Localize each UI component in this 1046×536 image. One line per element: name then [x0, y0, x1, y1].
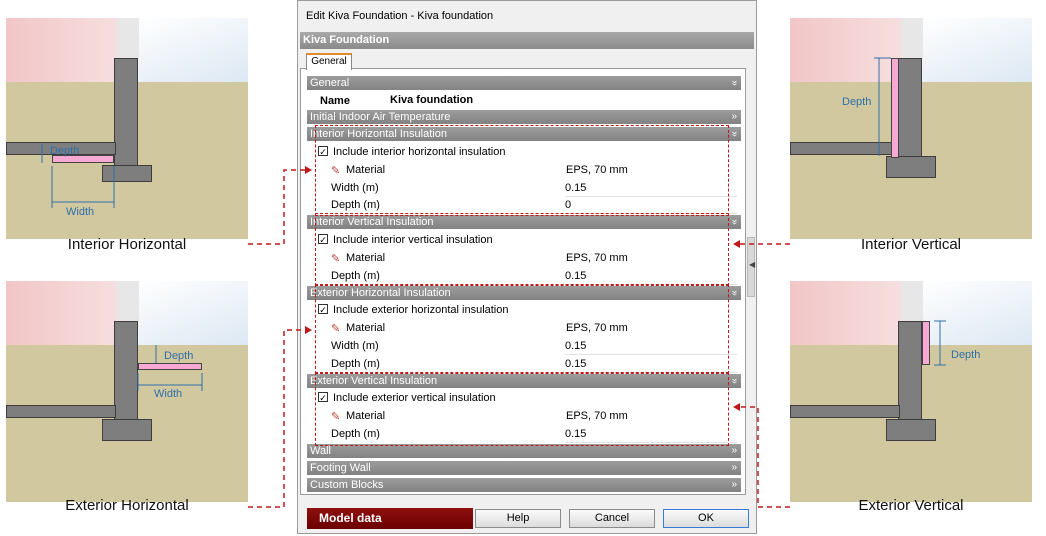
ok-button[interactable]: OK [663, 509, 749, 528]
int-vert-material-value[interactable]: EPS, 70 mm [566, 252, 628, 264]
int-horiz-include-checkbox[interactable]: ✓ [318, 146, 328, 157]
chevron-icon: » [729, 219, 741, 225]
checkbox-label: Include exterior horizontal insulation [333, 304, 509, 316]
ext-vert-depth-row: Depth (m) 0.15 [309, 426, 739, 443]
int-vert-depth-row: Depth (m) 0.15 [309, 268, 739, 285]
section-general[interactable]: General » [307, 76, 741, 90]
chevron-icon: » [731, 479, 737, 490]
int-horiz-depth-input[interactable]: 0 [565, 198, 737, 214]
ext-horiz-material-value[interactable]: EPS, 70 mm [566, 322, 628, 334]
ext-horiz-depth-row: Depth (m) 0.15 [309, 356, 739, 373]
material-icon: ✎ [331, 323, 341, 335]
name-input[interactable]: Kiva foundation [390, 94, 473, 106]
checkbox-label: Include exterior vertical insulation [333, 392, 496, 404]
int-vert-material-row: ✎ Material EPS, 70 mm [331, 252, 628, 265]
chevron-left-icon: ◀ [749, 260, 756, 269]
ext-vert-include-row: ✓ Include exterior vertical insulation [309, 390, 739, 407]
chevron-icon: » [731, 111, 737, 122]
material-icon: ✎ [331, 411, 341, 423]
section-interior-vertical[interactable]: Interior Vertical Insulation » [307, 215, 741, 229]
dimension-lines-int-horiz [41, 144, 115, 208]
int-horiz-width-input[interactable]: 0.15 [565, 181, 737, 197]
section-custom-blocks[interactable]: Custom Blocks » [307, 478, 741, 492]
int-horiz-depth-row: Depth (m) 0 [309, 197, 739, 214]
dialog-header: Kiva Foundation [300, 32, 754, 49]
ext-horiz-include-checkbox[interactable]: ✓ [318, 304, 328, 315]
tab-general[interactable]: General [306, 53, 352, 70]
chevron-icon: » [729, 131, 741, 137]
int-horiz-width-row: Width (m) 0.15 [309, 180, 739, 197]
chevron-icon: » [731, 462, 737, 473]
ext-horiz-width-input[interactable]: 0.15 [565, 339, 737, 355]
ext-vert-material-row: ✎ Material EPS, 70 mm [331, 410, 628, 423]
dimension-lines-ext-vert [934, 320, 946, 366]
chevron-icon: » [729, 80, 741, 86]
int-vert-depth-input[interactable]: 0.15 [565, 269, 737, 285]
material-icon: ✎ [331, 165, 341, 177]
dimension-lines-ext-horiz [137, 345, 203, 391]
name-row: Name Kiva foundation [309, 93, 739, 110]
section-exterior-horizontal[interactable]: Exterior Horizontal Insulation » [307, 286, 741, 300]
material-icon: ✎ [331, 253, 341, 265]
int-vert-include-row: ✓ Include interior vertical insulation [309, 232, 739, 249]
model-data-button[interactable]: Model data [307, 508, 473, 529]
window-title: Edit Kiva Foundation - Kiva foundation [306, 10, 494, 22]
section-footing-wall[interactable]: Footing Wall » [307, 461, 741, 475]
section-interior-horizontal[interactable]: Interior Horizontal Insulation » [307, 127, 741, 141]
ext-vert-depth-input[interactable]: 0.15 [565, 427, 737, 443]
int-vert-include-checkbox[interactable]: ✓ [318, 234, 328, 245]
cancel-button[interactable]: Cancel [569, 509, 655, 528]
int-horiz-material-row: ✎ Material EPS, 70 mm [331, 164, 628, 177]
ext-horiz-include-row: ✓ Include exterior horizontal insulation [309, 302, 739, 319]
help-button[interactable]: Help [475, 509, 561, 528]
ext-horiz-depth-input[interactable]: 0.15 [565, 357, 737, 373]
section-wall[interactable]: Wall » [307, 444, 741, 458]
chevron-icon: » [729, 290, 741, 296]
name-label: Name [320, 95, 350, 107]
section-exterior-vertical[interactable]: Exterior Vertical Insulation » [307, 374, 741, 388]
checkbox-label: Include interior vertical insulation [333, 234, 493, 246]
ext-horiz-material-row: ✎ Material EPS, 70 mm [331, 322, 628, 335]
ext-vert-include-checkbox[interactable]: ✓ [318, 392, 328, 403]
int-horiz-include-row: ✓ Include interior horizontal insulation [309, 144, 739, 161]
dimension-lines-int-vert [874, 57, 891, 156]
section-indoor-air[interactable]: Initial Indoor Air Temperature » [307, 110, 741, 124]
int-horiz-material-value[interactable]: EPS, 70 mm [566, 164, 628, 176]
chevron-icon: » [729, 378, 741, 384]
ext-horiz-width-row: Width (m) 0.15 [309, 338, 739, 355]
chevron-icon: » [731, 445, 737, 456]
ext-vert-material-value[interactable]: EPS, 70 mm [566, 410, 628, 422]
checkbox-label: Include interior horizontal insulation [333, 146, 506, 158]
